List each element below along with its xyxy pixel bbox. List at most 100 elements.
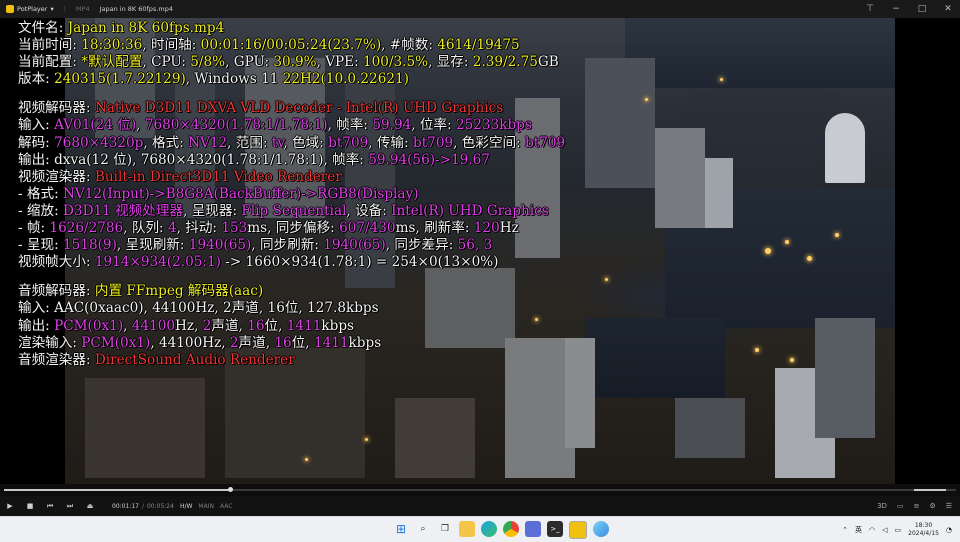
3d-icon[interactable]: 3D <box>877 502 887 510</box>
osd-video-output-line-seg-0: 输出: <box>18 151 55 168</box>
maximize-icon[interactable]: □ <box>916 4 928 14</box>
chrome-icon[interactable] <box>503 521 519 537</box>
format-tab[interactable]: MP4 <box>72 5 100 13</box>
chevron-up-icon[interactable]: ⌃ <box>842 526 848 534</box>
stop-icon[interactable]: ■ <box>20 502 40 510</box>
current-time: 00:01:17 <box>112 502 139 510</box>
osd-video-decode-line-seg-8: , 传输: <box>368 134 413 151</box>
osd-audio-decoder-line: 音频解码器: 内置 FFmpeg 解码器(aac) <box>18 283 918 300</box>
windows-start-icon[interactable]: ⊞ <box>393 521 409 537</box>
task-view-icon[interactable]: ❐ <box>437 521 453 537</box>
clock-time: 18:30 <box>914 521 933 529</box>
playback-info-overlay: 文件名: Japan in 8K 60fps.mp4 当前时间: 18:30:3… <box>18 20 918 369</box>
osd-video-scale-line: - 缩放: D3D11 视频处理器, 呈现器: Flip Sequential,… <box>18 203 918 220</box>
osd-video-decoder-line-seg-0: 视频解码器: <box>18 100 95 117</box>
osd-video-frame-line-seg-10: Hz <box>499 220 519 237</box>
osd-video-scale-line-seg-3: Flip Sequential <box>241 202 347 219</box>
pin-icon[interactable]: ⊤ <box>864 4 876 14</box>
osd-audio-output-line-seg-1: PCM(0x1) <box>54 317 124 334</box>
volume-icon[interactable]: ◁ <box>882 526 887 534</box>
explorer-icon[interactable] <box>459 521 475 537</box>
osd-render-input-line: 渲染输入: PCM(0x1), 44100Hz, 2声道, 16位, 1411k… <box>18 335 918 352</box>
seek-progress <box>4 489 230 491</box>
osd-video-decode-line-seg-3: NV12 <box>188 134 228 151</box>
osd-video-present-line-seg-3: 1940(65) <box>188 237 252 254</box>
osd-video-decode-line-seg-4: , 范围: <box>227 134 272 151</box>
control-bar: ▶ ■ ⏮ ⏭ ⏏ 00:01:17 / 00:05:24 H/W MAIN A… <box>0 496 960 516</box>
equalizer-icon[interactable]: ≡ <box>914 502 920 510</box>
notification-icon[interactable]: ◔ <box>946 526 952 534</box>
osd-video-decode-line-seg-9: bt709 <box>413 134 454 151</box>
volume-slider[interactable] <box>914 489 952 491</box>
osd-render-input-line-seg-1: PCM(0x1) <box>81 334 151 351</box>
osd-video-present-line-seg-0: - 呈现: <box>18 237 64 254</box>
osd-audio-decoder-line-seg-1: 内置 FFmpeg 解码器(aac) <box>94 283 264 300</box>
osd-video-decode-line-seg-2: , 格式: <box>143 134 189 151</box>
osd-video-present-line-seg-4: , 同步刷新: <box>251 237 324 254</box>
potplayer-icon[interactable] <box>569 521 587 539</box>
osd-time-line-seg-5: 4614/19475 <box>437 37 520 54</box>
osd-video-frame-line: - 帧: 1626/2786, 队列: 4, 抖动: 153ms, 同步偏移: … <box>18 220 918 237</box>
osd-audio-output-line-seg-2: , <box>123 317 132 334</box>
osd-video-scale-line-seg-2: , 呈现器: <box>183 202 242 219</box>
window-title: Japan in 8K 60fps.mp4 <box>99 5 173 13</box>
osd-audio-output-line: 输出: PCM(0x1), 44100Hz, 2声道, 16位, 1411kbp… <box>18 318 918 335</box>
osd-render-input-line-seg-4: 声道, <box>238 334 275 351</box>
store-icon[interactable] <box>525 521 541 537</box>
eject-icon[interactable]: ⏏ <box>80 502 100 510</box>
chevron-down-icon: ▾ <box>50 5 54 13</box>
settings-icon[interactable]: ⚙ <box>929 502 935 510</box>
divider: | <box>63 5 66 13</box>
minimize-icon[interactable]: − <box>890 4 902 14</box>
osd-audio-output-line-seg-10: kbps <box>321 317 355 334</box>
terminal-icon[interactable]: >_ <box>547 521 563 537</box>
osd-audio-output-line-seg-3: 44100 <box>131 317 176 334</box>
osd-video-input-line-seg-6: , 位率: <box>411 117 456 134</box>
osd-video-output-line: 输出: dxva(12 位), 7680×4320(1.78:1/1.78:1)… <box>18 152 918 169</box>
osd-video-decode-line-seg-6: , 色域: <box>283 134 329 151</box>
osd-version-line-seg-1: 240315(1.7.22129) <box>54 71 186 88</box>
clock-date: 2024/4/15 <box>908 529 939 537</box>
hw-badge[interactable]: H/W <box>180 503 192 510</box>
osd-audio-output-line-seg-9: 1411 <box>286 317 322 334</box>
osd-video-renderer-line-seg-0: 视频渲染器: <box>18 168 95 185</box>
osd-config-line-seg-1: *默认配置 <box>81 54 143 71</box>
osd-video-present-line-seg-7: 56, 3 <box>457 237 493 254</box>
playlist-icon[interactable]: ☰ <box>946 502 952 510</box>
osd-audio-output-line-seg-6: 声道, <box>211 317 248 334</box>
close-icon[interactable]: ✕ <box>942 4 954 14</box>
input-language[interactable]: 英 <box>855 525 862 535</box>
osd-video-frame-line-seg-0: - 帧: <box>18 220 50 237</box>
prev-icon[interactable]: ⏮ <box>40 502 60 511</box>
photos-icon[interactable] <box>593 521 609 537</box>
osd-video-input-line-seg-0: 输入: <box>18 117 55 134</box>
search-icon[interactable]: ⌕ <box>415 521 431 537</box>
osd-audio-output-line-seg-0: 输出: <box>18 317 55 334</box>
osd-video-input-line-seg-2: , <box>136 117 145 134</box>
osd-video-format-line-seg-1: NV12(Input)->B8G8A(BackBuffer)->RGB8(Dis… <box>63 185 419 202</box>
wifi-icon[interactable]: ◠ <box>869 526 875 534</box>
osd-version-line: 版本: 240315(1.7.22129), Windows 11 22H2(1… <box>18 71 918 88</box>
osd-version-line-seg-0: 版本: <box>18 71 55 88</box>
battery-icon[interactable]: ▭ <box>895 526 902 534</box>
osd-file-line-seg-0: 文件名: <box>18 20 68 36</box>
osd-video-size-line-seg-0: 视频帧大小: <box>18 254 95 271</box>
next-icon[interactable]: ⏭ <box>60 502 80 511</box>
osd-video-size-line: 视频帧大小: 1914×934(2.05:1) -> 1660×934(1.78… <box>18 254 918 271</box>
seek-bar[interactable] <box>4 487 956 492</box>
osd-video-frame-line-seg-3: 4 <box>167 220 177 237</box>
osd-config-line-seg-5: 30.9% <box>273 54 317 71</box>
osd-render-input-line-seg-2: , 44100Hz, <box>150 334 230 351</box>
app-menu-button[interactable]: PotPlayer ▾ <box>0 5 58 13</box>
edge-icon[interactable] <box>481 521 497 537</box>
play-icon[interactable]: ▶ <box>0 502 20 510</box>
subtitle-icon[interactable]: ▭ <box>897 502 904 510</box>
seek-thumb[interactable] <box>227 487 233 492</box>
osd-video-decode-line-seg-7: bt709 <box>328 134 369 151</box>
osd-config-line-seg-4: , GPU: <box>225 54 274 71</box>
osd-video-frame-line-seg-5: 153 <box>221 220 248 237</box>
system-clock[interactable]: 18:30 2024/4/15 <box>908 522 939 538</box>
osd-version-line-seg-2: , Windows 11 <box>185 71 283 88</box>
osd-video-scale-line-seg-0: - 缩放: <box>18 202 64 219</box>
osd-video-decoder-line: 视频解码器: Native D3D11 DXVA VLD Decoder - I… <box>18 100 918 117</box>
